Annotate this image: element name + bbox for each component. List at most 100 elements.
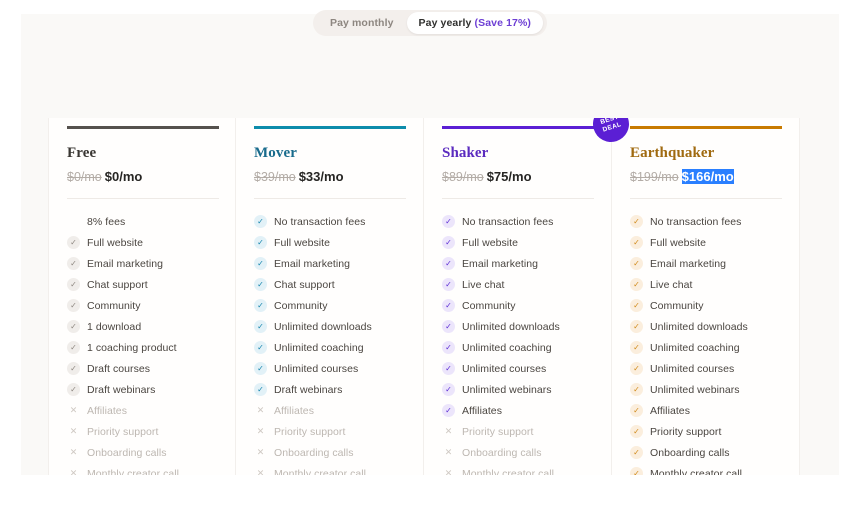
- feature-label: Community: [87, 299, 141, 312]
- check-icon: ✓: [442, 383, 455, 396]
- pricing-card-free[interactable]: Free $0/mo $0/mo 8% fees ✓ Full website ✓ Email…: [48, 118, 236, 475]
- cross-icon: ✕: [444, 468, 453, 476]
- feature-label: Chat support: [87, 278, 148, 291]
- check-icon: ✓: [442, 362, 455, 375]
- check-icon: ✓: [630, 341, 643, 354]
- feature-item: ✓ Live chat: [630, 274, 781, 295]
- feature-item: ✓ Live chat: [442, 274, 593, 295]
- feature-label: Monthly creator call: [274, 467, 367, 476]
- check-icon: ✓: [630, 425, 643, 438]
- feature-label: No transaction fees: [274, 215, 366, 228]
- feature-item: ✓ Full website: [630, 232, 781, 253]
- feature-item: ✕ Priority support: [254, 421, 405, 442]
- feature-label: Full website: [274, 236, 331, 249]
- cross-icon: ✕: [256, 405, 265, 415]
- feature-label: 8% fees: [87, 215, 126, 228]
- check-icon: ✓: [254, 278, 267, 291]
- billing-period-toggle[interactable]: Pay monthly Pay yearly (Save 17%): [313, 10, 547, 36]
- feature-label: No transaction fees: [462, 215, 554, 228]
- check-icon: ✓: [67, 320, 80, 333]
- billing-save-note: (Save 17%): [474, 17, 531, 29]
- billing-option-monthly[interactable]: Pay monthly: [317, 14, 407, 32]
- check-icon: ✓: [254, 257, 267, 270]
- feature-item: ✓ Unlimited courses: [254, 358, 405, 379]
- pricing-card-earthquaker[interactable]: Earthquaker $199/mo $166/mo ✓ No transaction…: [612, 118, 800, 475]
- feature-label: Priority support: [274, 425, 346, 438]
- feature-label: Onboarding calls: [462, 446, 542, 459]
- feature-item: ✓ Draft courses: [67, 358, 217, 379]
- pricing-card-mover[interactable]: Mover $39/mo $33/mo ✓ No transaction fees ✓ Fu…: [236, 118, 424, 475]
- plan-price-current: $0/mo: [104, 169, 143, 184]
- plan-price-current: $75/mo: [486, 169, 532, 184]
- pricing-page: Pay monthly Pay yearly (Save 17%) Free $0/…: [0, 0, 860, 512]
- feature-item: ✓ Unlimited coaching: [442, 337, 593, 358]
- feature-item: ✓ Email marketing: [254, 253, 405, 274]
- feature-label: Full website: [87, 236, 144, 249]
- feature-label: Monthly creator call: [462, 467, 555, 476]
- check-icon: ✓: [630, 257, 643, 270]
- plan-price-current: $33/mo: [298, 169, 344, 184]
- feature-item: ✓ Unlimited courses: [630, 358, 781, 379]
- feature-label: Onboarding calls: [274, 446, 354, 459]
- feature-item: ✓ Community: [630, 295, 781, 316]
- check-icon: ✓: [67, 236, 80, 249]
- feature-label: Affiliates: [274, 404, 314, 417]
- plan-name: Shaker: [442, 145, 489, 161]
- check-icon: ✓: [254, 320, 267, 333]
- feature-item: ✕ Affiliates: [254, 400, 405, 421]
- check-icon: ✓: [442, 299, 455, 312]
- feature-label: Affiliates: [650, 404, 690, 417]
- pricing-card-shaker[interactable]: Shaker $89/mo $75/mo ✓ No transaction fees ✓ F…: [424, 118, 634, 475]
- feature-list: ✓ No transaction fees ✓ Full website ✓ Email …: [254, 211, 405, 475]
- cross-icon: ✕: [69, 447, 78, 457]
- feature-label: Priority support: [462, 425, 534, 438]
- plan-price-current: $166/mo: [681, 169, 734, 184]
- feature-label: Unlimited coaching: [462, 341, 552, 354]
- feature-label: Community: [650, 299, 704, 312]
- feature-label: Unlimited downloads: [650, 320, 748, 333]
- feature-label: Unlimited coaching: [274, 341, 364, 354]
- feature-label: Full website: [462, 236, 519, 249]
- check-icon: ✓: [67, 341, 80, 354]
- feature-label: Live chat: [462, 278, 505, 291]
- plan-price-original: $39/mo: [254, 170, 296, 184]
- feature-label: No transaction fees: [650, 215, 742, 228]
- check-icon: ✓: [630, 383, 643, 396]
- feature-label: Priority support: [650, 425, 722, 438]
- feature-item: ✓ Unlimited downloads: [442, 316, 593, 337]
- card-divider: [67, 198, 219, 199]
- card-divider: [442, 198, 594, 199]
- check-icon: ✓: [630, 320, 643, 333]
- feature-item: ✓ No transaction fees: [630, 211, 781, 232]
- feature-label: Unlimited coaching: [650, 341, 740, 354]
- plan-name: Free: [67, 145, 97, 161]
- feature-label: Full website: [650, 236, 707, 249]
- check-icon: ✓: [67, 383, 80, 396]
- feature-label: Affiliates: [462, 404, 502, 417]
- feature-item: ✓ No transaction fees: [442, 211, 593, 232]
- check-icon: ✓: [442, 404, 455, 417]
- check-icon: ✓: [442, 236, 455, 249]
- cross-icon: ✕: [69, 405, 78, 415]
- check-icon: ✓: [67, 299, 80, 312]
- feature-label: Community: [274, 299, 328, 312]
- feature-label: Priority support: [87, 425, 159, 438]
- check-icon: ✓: [442, 341, 455, 354]
- feature-item: ✓ 1 download: [67, 316, 217, 337]
- feature-list: ✓ No transaction fees ✓ Full website ✓ Email …: [442, 211, 593, 475]
- check-icon: ✓: [67, 278, 80, 291]
- billing-option-label: Pay yearly: [418, 17, 472, 29]
- feature-item: ✕ Priority support: [67, 421, 217, 442]
- feature-item: ✓ Community: [442, 295, 593, 316]
- check-icon: ✓: [442, 320, 455, 333]
- feature-item: ✓ Community: [254, 295, 405, 316]
- feature-item: ✓ Unlimited downloads: [630, 316, 781, 337]
- check-icon: ✓: [630, 446, 643, 459]
- check-icon: ✓: [254, 215, 267, 228]
- feature-label: Unlimited courses: [650, 362, 735, 375]
- billing-option-label: Pay monthly: [330, 17, 394, 29]
- feature-item: ✓ Unlimited courses: [442, 358, 593, 379]
- billing-option-yearly[interactable]: Pay yearly (Save 17%): [406, 12, 543, 34]
- cross-icon: ✕: [256, 468, 265, 476]
- check-icon: ✓: [254, 341, 267, 354]
